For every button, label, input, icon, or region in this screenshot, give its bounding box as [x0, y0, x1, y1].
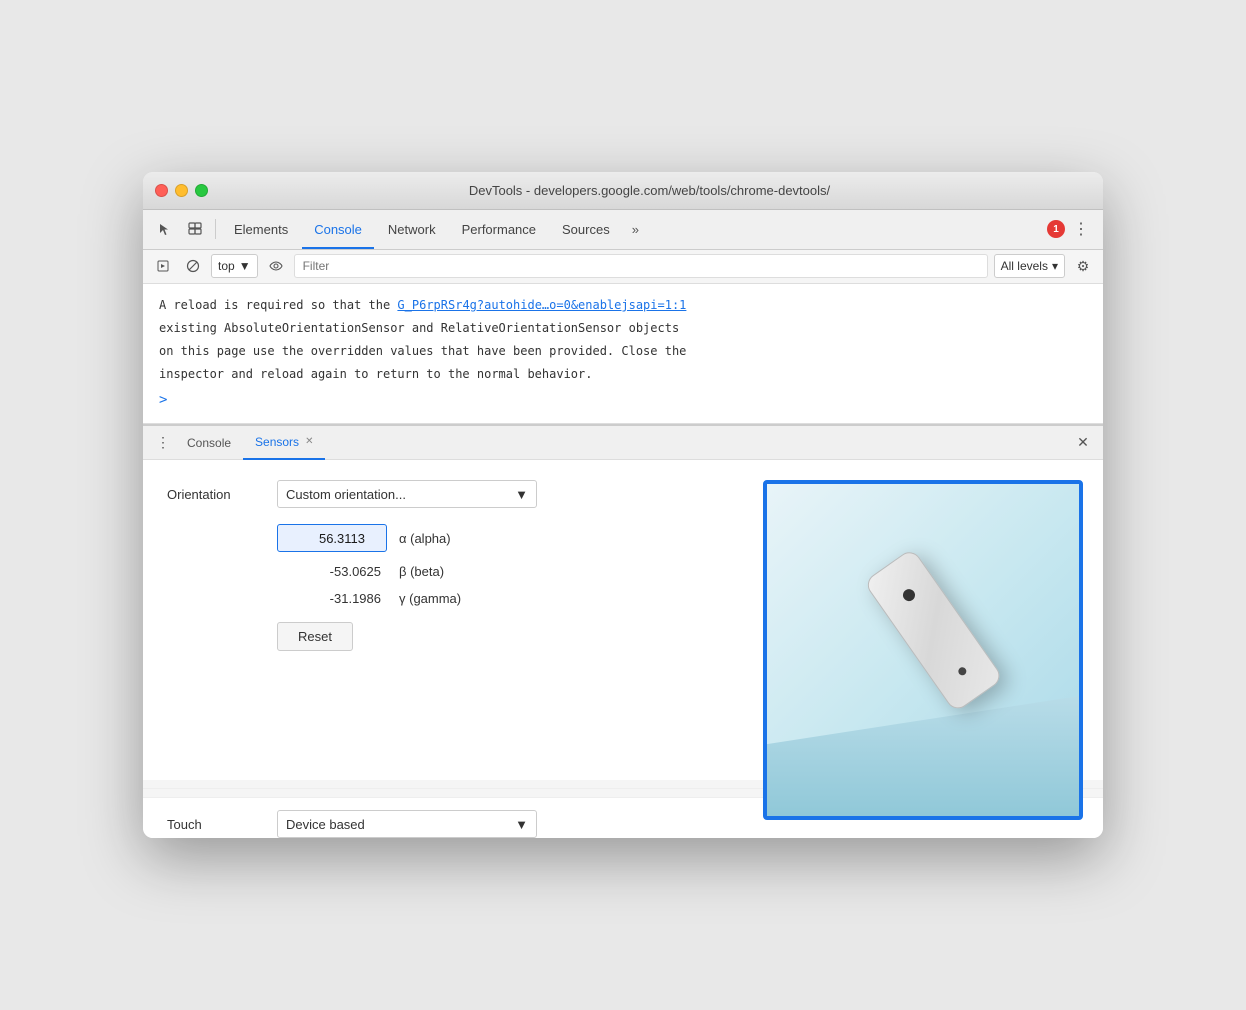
- levels-selector[interactable]: All levels ▾: [994, 254, 1065, 278]
- console-message-1: A reload is required so that the G_P6rpR…: [159, 296, 1087, 315]
- more-panels-button[interactable]: ⋮: [151, 431, 175, 455]
- tab-network[interactable]: Network: [376, 209, 448, 249]
- beta-value: -53.0625: [277, 564, 387, 579]
- console-message-3: on this page use the overridden values t…: [159, 342, 1087, 361]
- context-selector[interactable]: top ▼: [211, 254, 258, 278]
- sensors-panel: Orientation Custom orientation... ▼ α (a…: [143, 460, 1103, 780]
- toolbar-separator: [215, 219, 216, 239]
- alpha-input[interactable]: [277, 524, 387, 552]
- reset-button[interactable]: Reset: [277, 622, 353, 651]
- bottom-tab-bar: ⋮ Console Sensors ✕ ✕: [143, 426, 1103, 460]
- tab-sources[interactable]: Sources: [550, 209, 622, 249]
- context-dropdown-arrow: ▼: [239, 259, 251, 273]
- console-message-4: inspector and reload again to return to …: [159, 365, 1087, 384]
- title-bar: DevTools - developers.google.com/web/too…: [143, 172, 1103, 210]
- orientation-visualization: [763, 480, 1083, 820]
- tab-console-bottom[interactable]: Console: [175, 426, 243, 460]
- panel-close-button[interactable]: ✕: [1071, 431, 1095, 455]
- phone-3d-model: [863, 548, 1004, 713]
- devtools-toolbar: Elements Console Network Performance Sou…: [143, 210, 1103, 250]
- beta-label: β (beta): [399, 564, 444, 579]
- context-value: top: [218, 259, 235, 273]
- sensors-tab-label: Sensors: [255, 435, 299, 449]
- console-prompt: >: [159, 389, 1087, 411]
- tab-performance[interactable]: Performance: [450, 209, 548, 249]
- console-tab-label: Console: [187, 436, 231, 450]
- phone-viz-inner: [767, 484, 1079, 816]
- bottom-panel: ⋮ Console Sensors ✕ ✕ Orientation Custom…: [143, 424, 1103, 838]
- sensors-tab-close[interactable]: ✕: [305, 436, 313, 447]
- run-script-button[interactable]: [151, 254, 175, 278]
- levels-arrow: ▾: [1052, 259, 1058, 273]
- devtools-window: DevTools - developers.google.com/web/too…: [143, 172, 1103, 838]
- filter-input[interactable]: [294, 254, 988, 278]
- settings-gear-button[interactable]: ⚙: [1071, 254, 1095, 278]
- orientation-value: Custom orientation...: [286, 487, 406, 502]
- gamma-label: γ (gamma): [399, 591, 461, 606]
- devtools-menu-icon[interactable]: ⋮: [1067, 215, 1095, 243]
- window-title: DevTools - developers.google.com/web/too…: [208, 183, 1091, 198]
- alpha-label: α (alpha): [399, 531, 451, 546]
- floor-plane: [767, 696, 1079, 816]
- orientation-dropdown[interactable]: Custom orientation... ▼: [277, 480, 537, 508]
- tab-elements[interactable]: Elements: [222, 209, 300, 249]
- cursor-icon[interactable]: [151, 215, 179, 243]
- more-tabs-button[interactable]: »: [624, 209, 647, 249]
- orientation-label: Orientation: [167, 487, 277, 502]
- eye-button[interactable]: [264, 254, 288, 278]
- console-message-2: existing AbsoluteOrientationSensor and R…: [159, 319, 1087, 338]
- tab-sensors[interactable]: Sensors ✕: [243, 426, 325, 460]
- close-traffic-light[interactable]: [155, 184, 168, 197]
- console-link[interactable]: G_P6rpRSr4g?autohide…o=0&enablejsapi=1:1: [397, 298, 686, 312]
- orientation-dropdown-arrow: ▼: [515, 487, 528, 502]
- block-button[interactable]: [181, 254, 205, 278]
- touch-value: Device based: [286, 817, 365, 832]
- inspect-icon[interactable]: [181, 215, 209, 243]
- console-output: A reload is required so that the G_P6rpR…: [143, 284, 1103, 424]
- touch-dropdown[interactable]: Device based ▼: [277, 810, 537, 838]
- minimize-traffic-light[interactable]: [175, 184, 188, 197]
- gamma-value: -31.1986: [277, 591, 387, 606]
- tab-console[interactable]: Console: [302, 209, 374, 249]
- touch-label: Touch: [167, 817, 277, 832]
- maximize-traffic-light[interactable]: [195, 184, 208, 197]
- error-count: 1: [1047, 220, 1065, 238]
- levels-value: All levels: [1001, 259, 1048, 273]
- traffic-lights: [155, 184, 208, 197]
- console-toolbar: top ▼ All levels ▾ ⚙: [143, 250, 1103, 284]
- error-badge[interactable]: 1: [1047, 220, 1065, 238]
- touch-dropdown-arrow: ▼: [515, 817, 528, 832]
